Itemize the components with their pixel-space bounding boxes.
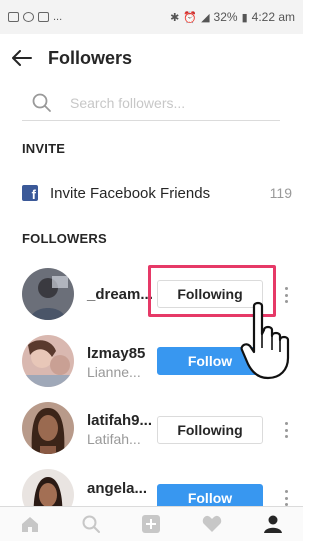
gallery-icon [8, 12, 19, 22]
invite-section-label: INVITE [22, 141, 66, 156]
facebook-icon: f [22, 185, 38, 201]
following-button[interactable]: Following [157, 416, 263, 444]
profile-icon [263, 515, 282, 533]
add-post-icon [142, 515, 161, 533]
back-arrow-icon [12, 50, 32, 66]
status-left: ... [8, 11, 170, 23]
search-icon [30, 91, 54, 115]
signal-icon: ◢ [201, 11, 210, 24]
status-bar: ... ✱ ⏰ ◢ 32% ▮ 4:22 am [0, 0, 303, 34]
header: Followers [0, 34, 303, 82]
avatar[interactable] [22, 268, 74, 320]
username[interactable]: angela... [87, 480, 147, 497]
avatar[interactable] [22, 335, 74, 387]
nav-activity[interactable] [197, 509, 227, 539]
whatsapp-icon [23, 12, 34, 22]
nav-home[interactable] [15, 509, 45, 539]
username[interactable]: lzmay85 [87, 345, 145, 362]
nav-profile[interactable] [258, 509, 288, 539]
username[interactable]: latifah9... [87, 412, 152, 429]
avatar[interactable] [22, 402, 74, 454]
invite-count: 119 [269, 185, 292, 201]
activity-heart-icon [202, 515, 222, 532]
bluetooth-icon: ✱ [170, 11, 180, 24]
search-bar [22, 85, 280, 121]
alarm-icon: ⏰ [183, 11, 198, 24]
more-options-icon[interactable] [281, 488, 291, 508]
status-more: ... [53, 11, 63, 23]
username[interactable]: _dream... [87, 286, 153, 303]
home-icon [22, 517, 39, 532]
search-input[interactable] [70, 94, 260, 111]
invite-label: Invite Facebook Friends [50, 184, 211, 202]
invite-facebook-friends[interactable]: f Invite Facebook Friends 119 [22, 178, 292, 208]
follower-row[interactable]: latifah9... Latifah... Following [0, 399, 303, 463]
nav-search[interactable] [76, 509, 106, 539]
search-icon [82, 515, 100, 533]
camera-icon [38, 12, 49, 22]
page-title: Followers [48, 47, 133, 68]
followers-section-label: FOLLOWERS [22, 231, 107, 246]
full-name: Latifah... [87, 431, 141, 447]
clock: 4:22 am [251, 10, 295, 24]
bottom-nav [0, 506, 303, 541]
battery-icon: ▮ [241, 11, 248, 24]
full-name: Lianne... [87, 364, 141, 380]
status-right: ✱ ⏰ ◢ 32% ▮ 4:22 am [170, 10, 295, 24]
nav-add-post[interactable] [136, 509, 166, 539]
back-button[interactable] [0, 34, 44, 82]
hand-cursor-icon [240, 301, 290, 380]
more-options-icon[interactable] [281, 420, 291, 440]
battery-percent: 32% [213, 10, 238, 24]
